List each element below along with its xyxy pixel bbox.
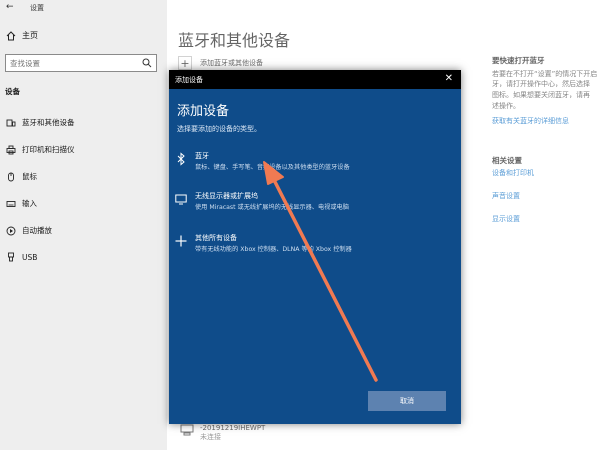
search-icon[interactable] [142, 58, 152, 68]
sidebar-item-label: 自动播放 [22, 226, 52, 235]
dialog-subtitle: 选择要添加的设备的类型。 [177, 125, 261, 133]
settings-search-input[interactable] [6, 55, 132, 71]
mouse-icon [8, 172, 14, 181]
nav-home-label: 主页 [22, 31, 38, 40]
settings-sidebar: ← 设置 主页 设备 蓝牙和其他设备 打印机和扫描仪 鼠标 输入 自动播放 US… [0, 0, 167, 450]
settings-search-box[interactable] [5, 54, 157, 72]
option-description: 使用 Miracast 或无线扩展坞的无线显示器、电视或电脑 [195, 203, 349, 211]
back-arrow-icon[interactable]: ← [6, 2, 14, 12]
option-wireless-display[interactable]: 无线显示器或扩展坞 使用 Miracast 或无线扩展坞的无线显示器、电视或电脑 [175, 192, 349, 211]
option-title: 其他所有设备 [195, 234, 237, 242]
sidebar-item-label: 打印机和扫描仪 [22, 145, 75, 154]
usb-icon [8, 252, 14, 262]
dialog-titlebar: 添加设备 ✕ [169, 70, 461, 89]
bluetooth-devices-icon [6, 119, 16, 126]
option-everything-else[interactable]: 其他所有设备 带有无线功能的 Xbox 控制器、DLNA 等的 Xbox 控制器 [175, 234, 352, 253]
option-description: 鼠标、键盘、手写笔、音频设备以及其他类型的蓝牙设备 [195, 163, 350, 171]
nav-home[interactable]: 主页 [6, 30, 38, 41]
autoplay-icon [6, 226, 16, 235]
option-description: 带有无线功能的 Xbox 控制器、DLNA 等的 Xbox 控制器 [195, 245, 352, 253]
sidebar-item-usb[interactable]: USB [6, 252, 37, 262]
keyboard-icon [6, 200, 16, 207]
sidebar-item-printers[interactable]: 打印机和扫描仪 [6, 144, 75, 155]
plus-icon [175, 235, 187, 247]
sidebar-item-label: 输入 [22, 199, 37, 208]
monitor-icon [175, 194, 187, 205]
sidebar-item-label: 鼠标 [22, 172, 37, 181]
sidebar-item-autoplay[interactable]: 自动播放 [6, 225, 52, 236]
sidebar-item-typing[interactable]: 输入 [6, 198, 37, 209]
app-title: 设置 [30, 4, 44, 12]
printer-icon [6, 145, 16, 154]
section-label-devices: 设备 [5, 87, 20, 96]
sidebar-item-bluetooth[interactable]: 蓝牙和其他设备 [6, 117, 75, 128]
bluetooth-icon [177, 152, 185, 166]
add-device-dialog: 添加设备 ✕ 添加设备 选择要添加的设备的类型。 蓝牙 鼠标、键盘、手写笔、音频… [169, 70, 461, 424]
home-icon [6, 30, 16, 40]
option-title: 无线显示器或扩展坞 [195, 192, 258, 200]
option-bluetooth[interactable]: 蓝牙 鼠标、键盘、手写笔、音频设备以及其他类型的蓝牙设备 [175, 152, 350, 171]
sidebar-item-label: USB [22, 252, 38, 262]
close-icon[interactable]: ✕ [445, 73, 453, 84]
sidebar-item-mouse[interactable]: 鼠标 [6, 171, 37, 182]
dialog-window-title: 添加设备 [175, 76, 203, 84]
dialog-heading: 添加设备 [177, 104, 230, 119]
sidebar-item-label: 蓝牙和其他设备 [22, 118, 75, 127]
option-title: 蓝牙 [195, 152, 209, 160]
cancel-button[interactable]: 取消 [368, 391, 446, 411]
